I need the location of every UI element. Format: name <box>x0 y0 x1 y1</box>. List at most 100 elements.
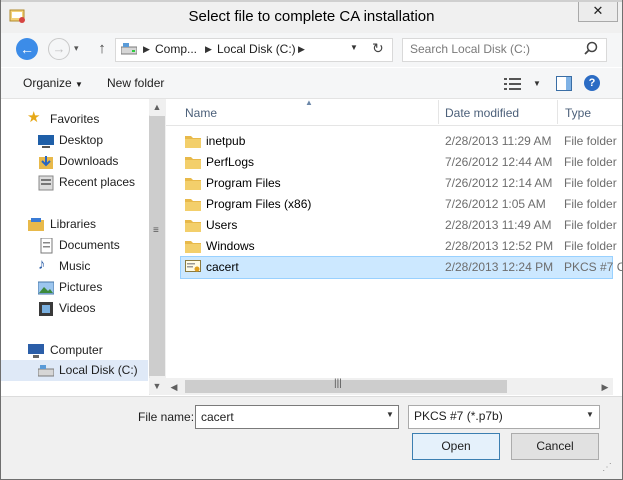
file-type: PKCS #7 C <box>564 260 623 274</box>
breadcrumb-chevron-icon[interactable]: ▶ <box>298 42 305 56</box>
view-options-icon[interactable] <box>504 77 522 91</box>
resize-grip-icon[interactable]: ⋰ <box>602 462 612 473</box>
videos-icon <box>39 302 53 316</box>
sidebar-item-downloads[interactable]: Downloads <box>0 151 148 172</box>
drive-icon <box>38 365 54 377</box>
column-header-name[interactable]: Name <box>185 106 217 120</box>
breadcrumb-local-disk[interactable]: Local Disk (C:) <box>217 42 296 56</box>
close-button[interactable]: ✕ <box>578 1 618 22</box>
scroll-right-icon[interactable]: ▶ <box>597 379 613 395</box>
file-row-program-files[interactable]: Program Files 7/26/2012 12:14 AM File fo… <box>166 173 622 194</box>
column-header-date-modified[interactable]: Date modified <box>445 106 519 120</box>
recent-locations-chevron-icon[interactable]: ▾ <box>74 40 86 56</box>
file-name: inetpub <box>206 134 246 148</box>
file-date: 2/28/2013 11:49 AM <box>445 218 552 232</box>
downloads-icon <box>39 156 53 169</box>
certificate-icon <box>185 260 201 272</box>
sidebar-item-videos[interactable]: Videos <box>0 298 148 319</box>
organize-button[interactable]: Organize ▼ <box>23 76 83 90</box>
file-type: File folder <box>564 176 617 190</box>
cancel-button[interactable]: Cancel <box>511 433 599 460</box>
file-row-inetpub[interactable]: inetpub 2/28/2013 11:29 AM File folder <box>166 131 622 152</box>
sidebar-item-label: Computer <box>50 343 103 357</box>
file-date: 2/28/2013 12:24 PM <box>445 260 554 274</box>
sidebar-item-label: Recent places <box>59 175 136 189</box>
folder-icon <box>185 241 201 253</box>
chevron-down-icon: ▼ <box>75 80 83 89</box>
column-divider[interactable] <box>438 100 439 124</box>
refresh-icon[interactable]: ↻ <box>372 40 384 57</box>
sidebar-item-pictures[interactable]: Pictures <box>0 277 148 298</box>
file-row-cacert[interactable]: cacert 2/28/2013 12:24 PM PKCS #7 C <box>180 256 623 279</box>
chevron-down-icon[interactable]: ▼ <box>586 410 594 419</box>
breadcrumb-chevron-icon[interactable]: ▶ <box>143 42 150 56</box>
drive-icon <box>121 43 137 55</box>
scroll-down-icon[interactable]: ▼ <box>149 378 165 394</box>
navigation-pane-scroll-thumb[interactable] <box>149 116 165 376</box>
libraries-icon <box>28 218 44 231</box>
file-row-program-files-x86[interactable]: Program Files (x86) 7/26/2012 1:05 AM Fi… <box>166 194 622 215</box>
sidebar-item-music[interactable]: ♪ Music <box>0 256 148 277</box>
file-date: 7/26/2012 1:05 AM <box>445 197 546 211</box>
folder-icon <box>185 199 201 211</box>
file-row-perflogs[interactable]: PerfLogs 7/26/2012 12:44 AM File folder <box>166 152 622 173</box>
window-border <box>0 0 1 480</box>
breadcrumb-chevron-icon[interactable]: ▶ <box>205 42 212 56</box>
preview-pane-icon[interactable] <box>556 76 572 91</box>
documents-icon <box>40 238 53 254</box>
file-date: 2/28/2013 12:52 PM <box>445 239 554 253</box>
sidebar-item-label: Favorites <box>50 112 100 126</box>
forward-button[interactable]: → <box>48 38 70 60</box>
view-dropdown-icon[interactable]: ▼ <box>533 79 541 88</box>
file-type: File folder <box>564 239 617 253</box>
back-button[interactable]: ← <box>16 38 38 60</box>
address-dropdown-icon[interactable]: ▼ <box>350 43 358 52</box>
file-date: 2/28/2013 11:29 AM <box>445 134 552 148</box>
scroll-left-icon[interactable]: ◀ <box>166 379 182 395</box>
sidebar-item-computer[interactable]: Computer <box>0 340 148 361</box>
file-name: cacert <box>206 260 239 274</box>
open-button[interactable]: Open <box>412 433 500 460</box>
sidebar-item-favorites[interactable]: ★ Favorites <box>0 109 148 130</box>
sidebar-item-libraries[interactable]: Libraries <box>0 214 148 235</box>
chevron-down-icon[interactable]: ▼ <box>386 410 394 419</box>
new-folder-button[interactable]: New folder <box>107 76 164 90</box>
window-title: Select file to complete CA installation <box>188 8 435 25</box>
up-button[interactable]: ↑ <box>95 40 109 58</box>
search-icon[interactable] <box>583 41 599 57</box>
file-type: File folder <box>564 134 617 148</box>
desktop-icon <box>38 135 54 148</box>
help-icon[interactable]: ? <box>584 75 600 91</box>
sidebar-item-recent-places[interactable]: Recent places <box>0 172 148 193</box>
scroll-grip-icon: ≡ <box>153 225 159 236</box>
file-row-users[interactable]: Users 2/28/2013 11:49 AM File folder <box>166 215 622 236</box>
folder-icon <box>185 136 201 148</box>
column-header-row <box>166 99 622 126</box>
horizontal-scroll-thumb[interactable] <box>185 380 507 393</box>
sidebar-item-label: Libraries <box>50 217 97 231</box>
breadcrumb-computer[interactable]: Comp... <box>155 42 197 56</box>
column-divider[interactable] <box>557 100 558 124</box>
recent-places-icon <box>38 175 54 191</box>
sidebar-item-label: Downloads <box>59 154 119 168</box>
sidebar-item-local-disk[interactable]: Local Disk (C:) <box>0 360 148 381</box>
file-row-windows[interactable]: Windows 2/28/2013 12:52 PM File folder <box>166 236 622 257</box>
file-name: PerfLogs <box>206 155 255 169</box>
sidebar-item-desktop[interactable]: Desktop <box>0 130 148 151</box>
sidebar-item-documents[interactable]: Documents <box>0 235 148 256</box>
sidebar-item-label: Local Disk (C:) <box>59 363 138 377</box>
column-header-type[interactable]: Type <box>565 106 591 120</box>
scroll-up-icon[interactable]: ▲ <box>149 99 165 115</box>
window-top-edge <box>0 0 623 2</box>
search-input[interactable]: Search Local Disk (C:) <box>410 42 530 56</box>
file-date: 7/26/2012 12:14 AM <box>445 176 553 190</box>
file-name: Program Files (x86) <box>206 197 312 211</box>
file-date: 7/26/2012 12:44 AM <box>445 155 553 169</box>
folder-icon <box>185 157 201 169</box>
file-type-selected[interactable]: PKCS #7 (*.p7b) <box>414 409 503 423</box>
folder-icon <box>185 178 201 190</box>
star-icon: ★ <box>27 109 41 126</box>
sidebar-item-label: Music <box>59 259 91 273</box>
file-name-value[interactable]: cacert <box>201 410 234 424</box>
file-name: Windows <box>206 239 255 253</box>
